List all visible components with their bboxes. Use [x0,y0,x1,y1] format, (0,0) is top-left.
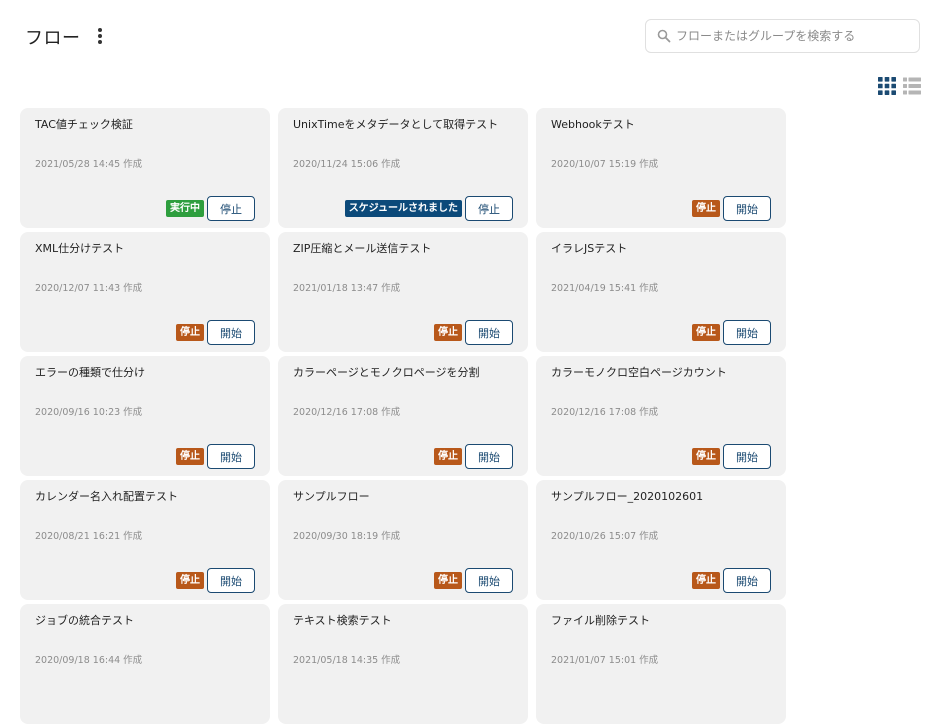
flow-card[interactable]: Webhookテスト 2020/10/07 15:19 作成 停止 開始 [536,108,786,228]
flow-action-button[interactable]: 停止 [465,196,513,221]
flow-status-badge: 停止 [176,324,204,341]
flow-card[interactable]: イラレJSテスト 2021/04/19 15:41 作成 停止 開始 [536,232,786,352]
page-header: フロー [0,0,950,70]
flow-actions: 停止 開始 [176,320,255,345]
flow-created-date: 2020/12/07 11:43 作成 [35,283,143,294]
flow-created-date: 2021/05/18 14:35 作成 [293,655,401,666]
flow-created-date: 2020/11/24 15:06 作成 [293,159,401,170]
flow-title: TAC値チェック検証 [35,118,133,131]
flow-card[interactable]: TAC値チェック検証 2021/05/28 14:45 作成 実行中 停止 [20,108,270,228]
flow-actions: 停止 開始 [434,320,513,345]
flow-action-button[interactable]: 開始 [207,444,255,469]
flow-actions: 停止 開始 [434,568,513,593]
flow-title: ジョブの統合テスト [35,614,134,627]
flow-actions: 停止 開始 [692,444,771,469]
flow-created-date: 2020/09/18 16:44 作成 [35,655,143,666]
flow-actions: 停止 開始 [434,444,513,469]
flow-actions: 停止 開始 [692,196,771,221]
flow-action-button[interactable]: 開始 [723,568,771,593]
flow-card[interactable]: UnixTimeをメタデータとして取得テスト 2020/11/24 15:06 … [278,108,528,228]
search-box[interactable] [645,19,920,53]
grid-view-icon[interactable] [878,77,896,95]
flow-title: ZIP圧縮とメール送信テスト [293,242,432,255]
flow-actions: 停止 開始 [176,444,255,469]
flow-action-button[interactable]: 開始 [723,196,771,221]
flow-title: カラーモノクロ空白ページカウント [551,366,727,379]
flow-status-badge: 停止 [434,324,462,341]
flow-status-badge: 停止 [434,572,462,589]
flow-action-button[interactable]: 停止 [207,196,255,221]
flow-created-date: 2020/10/26 15:07 作成 [551,531,659,542]
flow-action-button[interactable]: 開始 [207,568,255,593]
flow-action-button[interactable]: 開始 [465,568,513,593]
flow-created-date: 2020/08/21 16:21 作成 [35,531,143,542]
flow-created-date: 2020/09/30 18:19 作成 [293,531,401,542]
flow-actions: 停止 開始 [176,568,255,593]
flow-status-badge: スケジュールされました [344,200,462,217]
flow-actions: 停止 開始 [692,568,771,593]
flow-card[interactable]: カレンダー名入れ配置テスト 2020/08/21 16:21 作成 停止 開始 [20,480,270,600]
flow-title: ファイル削除テスト [551,614,650,627]
flow-card[interactable]: XML仕分けテスト 2020/12/07 11:43 作成 停止 開始 [20,232,270,352]
flow-title: カラーページとモノクロページを分割 [293,366,480,379]
flow-card[interactable]: サンプルフロー 2020/09/30 18:19 作成 停止 開始 [278,480,528,600]
flow-title: XML仕分けテスト [35,242,125,255]
flow-created-date: 2020/09/16 10:23 作成 [35,407,143,418]
flow-status-badge: 停止 [692,448,720,465]
flow-title: テキスト検索テスト [293,614,392,627]
flow-card[interactable]: ファイル削除テスト 2021/01/07 15:01 作成 [536,604,786,724]
flow-created-date: 2020/12/16 17:08 作成 [293,407,401,418]
flow-title: UnixTimeをメタデータとして取得テスト [293,118,499,131]
flow-created-date: 2021/01/07 15:01 作成 [551,655,659,666]
flow-card-grid: TAC値チェック検証 2021/05/28 14:45 作成 実行中 停止 Un… [20,108,786,724]
flow-actions: 停止 開始 [692,320,771,345]
flow-status-badge: 停止 [692,200,720,217]
flow-created-date: 2020/12/16 17:08 作成 [551,407,659,418]
flow-created-date: 2020/10/07 15:19 作成 [551,159,659,170]
more-vert-icon[interactable] [92,26,108,46]
flow-actions: スケジュールされました 停止 [344,196,513,221]
flow-title: サンプルフロー [293,490,370,503]
flow-created-date: 2021/05/28 14:45 作成 [35,159,143,170]
page-title: フロー [25,28,81,49]
flow-status-badge: 停止 [434,448,462,465]
flow-status-badge: 停止 [176,572,204,589]
flow-card[interactable]: カラーページとモノクロページを分割 2020/12/16 17:08 作成 停止… [278,356,528,476]
flow-title: カレンダー名入れ配置テスト [35,490,178,503]
flow-title: エラーの種類で仕分け [35,366,145,379]
flow-card[interactable]: テキスト検索テスト 2021/05/18 14:35 作成 [278,604,528,724]
flow-card[interactable]: カラーモノクロ空白ページカウント 2020/12/16 17:08 作成 停止 … [536,356,786,476]
flow-card[interactable]: ZIP圧縮とメール送信テスト 2021/01/18 13:47 作成 停止 開始 [278,232,528,352]
flow-status-badge: 停止 [692,324,720,341]
flow-status-badge: 停止 [176,448,204,465]
search-input[interactable] [676,20,916,52]
flow-action-button[interactable]: 開始 [465,320,513,345]
flow-created-date: 2021/04/19 15:41 作成 [551,283,659,294]
flow-actions: 実行中 停止 [166,196,255,221]
flow-card[interactable]: サンプルフロー_2020102601 2020/10/26 15:07 作成 停… [536,480,786,600]
flow-status-badge: 停止 [692,572,720,589]
flow-action-button[interactable]: 開始 [465,444,513,469]
flow-status-badge: 実行中 [166,200,204,217]
list-view-icon[interactable] [903,77,921,95]
flow-action-button[interactable]: 開始 [723,444,771,469]
flow-title: Webhookテスト [551,118,635,131]
flow-action-button[interactable]: 開始 [723,320,771,345]
flow-created-date: 2021/01/18 13:47 作成 [293,283,401,294]
flow-card[interactable]: ジョブの統合テスト 2020/09/18 16:44 作成 [20,604,270,724]
search-icon [657,29,671,43]
flow-title: イラレJSテスト [551,242,628,255]
flow-card[interactable]: エラーの種類で仕分け 2020/09/16 10:23 作成 停止 開始 [20,356,270,476]
flow-action-button[interactable]: 開始 [207,320,255,345]
flow-title: サンプルフロー_2020102601 [551,490,704,503]
